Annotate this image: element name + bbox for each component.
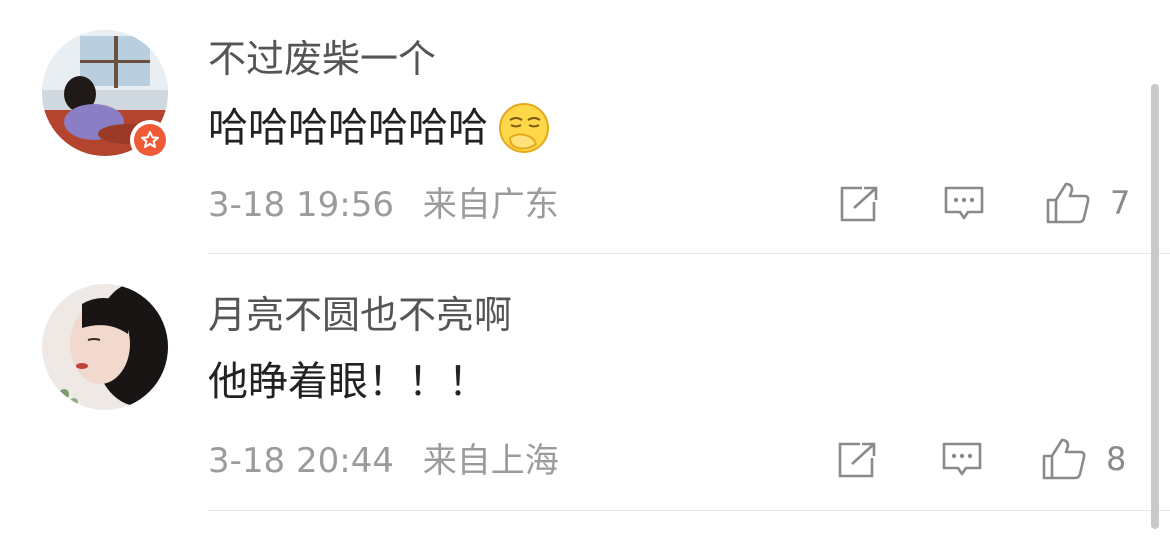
comment-icon: [942, 442, 982, 476]
share-button[interactable]: [836, 440, 878, 480]
comment-location: 来自上海: [422, 441, 559, 481]
comment-divider: [208, 510, 1170, 511]
comment-item: 月亮不圆也不亮啊 他睁着眼！！！ 3-18 20:44 来自上海 8: [0, 0, 1170, 538]
like-button[interactable]: 8: [1040, 436, 1126, 482]
comment-date: 3-18: [208, 441, 286, 481]
scrollbar[interactable]: [1151, 84, 1159, 529]
username[interactable]: 月亮不圆也不亮啊: [208, 296, 512, 334]
comment-time: 20:44: [295, 441, 394, 481]
comment-meta: 3-18 20:44 来自上海: [208, 444, 559, 478]
user-avatar[interactable]: [42, 284, 168, 410]
comment-text: 他睁着眼！！！: [208, 362, 488, 402]
like-count: 8: [1106, 440, 1127, 478]
reply-button[interactable]: [940, 440, 984, 480]
comment-text-content: 他睁着眼！！！: [208, 359, 488, 405]
thumbs-up-icon: [1042, 438, 1086, 480]
avatar-image: [42, 284, 168, 410]
share-icon: [838, 442, 876, 478]
